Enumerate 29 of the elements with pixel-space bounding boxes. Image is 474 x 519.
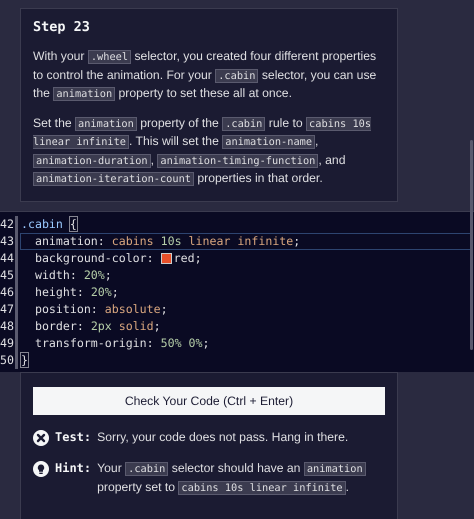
result-label: Hint: [55, 460, 92, 477]
line-number: 44 [0, 251, 15, 265]
line-number: 50 [0, 353, 15, 367]
result-message: Your .cabin selector should have an animation property set to cabins 10s linear infinite . [97, 460, 385, 497]
result-label: Test: [55, 428, 92, 446]
line-number: 49 [0, 336, 15, 350]
instruction-paragraph: Set the animation property of the .cabin rule to cabins 10s linear infinite . This will set the animation-name , animation-duration , animation-timing-function , and animation-iteration-count properties in that order. [33, 114, 372, 188]
code-line: height: 20%; [34, 284, 120, 300]
result-message: Sorry, your code does not pass. Hang in there. [97, 428, 348, 446]
code-line: .cabin { [20, 216, 78, 232]
line-number: 45 [0, 268, 15, 282]
line-number: 46 [0, 285, 15, 299]
instruction-paragraph: With your .wheel selector, you created four different properties to control the animation. For your .cabin selector, you can use the animation property to set these all at once. [33, 48, 378, 103]
code-line: transform-origin: 50% 0%; [34, 335, 210, 352]
scrollbar[interactable] [470, 140, 473, 350]
error-icon [33, 430, 49, 446]
line-number: 42 [0, 217, 15, 231]
code-line: background-color: red; [34, 250, 203, 266]
check-code-button[interactable]: Check Your Code (Ctrl + Enter) [33, 386, 385, 414]
step-title: Step 23 [33, 19, 91, 35]
lightbulb-icon [33, 461, 49, 477]
code-line: border: 2px solid; [34, 318, 162, 334]
code-line: } [20, 352, 29, 368]
line-number: 43 [0, 234, 15, 248]
code-line: width: 20%; [34, 267, 113, 284]
code-editor[interactable]: 42 .cabin { 43 animation: cabins 10s linear infinite; 44 background-color: red; 45 width: 20%; 46 height: 20%; 47 position: absolute; 48 border: 2px solid; 49 transform-origin: 50% 0%; 50 } [0, 210, 474, 372]
code-line: position: absolute; [34, 301, 169, 318]
line-number: 47 [0, 302, 15, 316]
line-number: 48 [0, 319, 15, 333]
